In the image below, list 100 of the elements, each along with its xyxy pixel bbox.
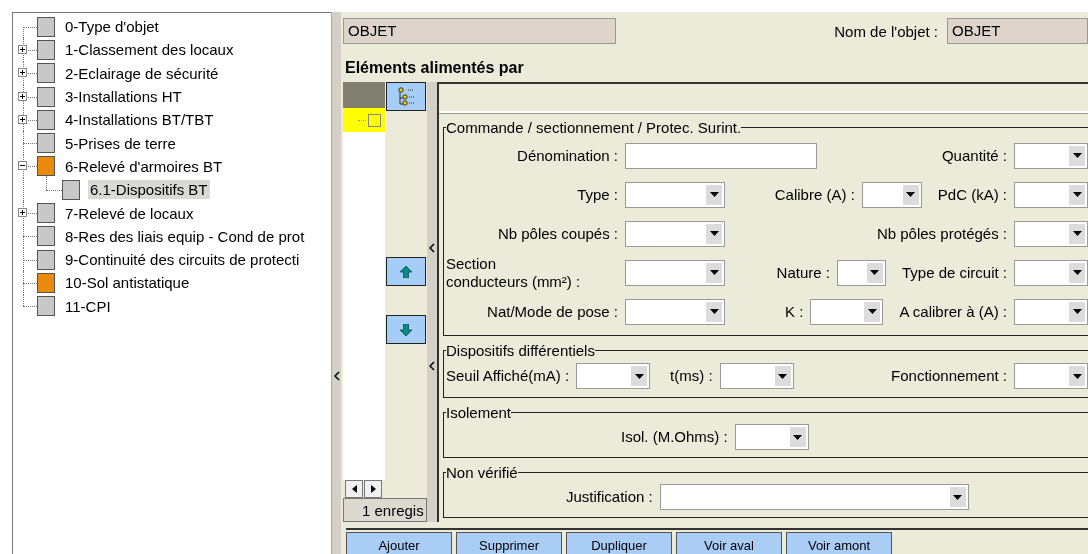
section-title: Eléments alimentés par [345, 58, 525, 78]
dropdown-arrow-icon [709, 270, 719, 275]
tree-item[interactable]: 8-Res des liais equip - Cond de prot [63, 226, 307, 246]
text-input[interactable] [625, 142, 817, 169]
triangle-right-icon [370, 485, 376, 493]
dropdown[interactable] [625, 181, 725, 208]
dropdown[interactable] [659, 484, 969, 510]
field-label: Nature : [776, 263, 830, 282]
dropdown[interactable] [734, 424, 809, 450]
dropdown-arrow-icon [867, 309, 877, 314]
dropdown[interactable] [1014, 298, 1088, 325]
action-button[interactable]: Voir aval [676, 532, 782, 554]
dropdown-arrow-icon [634, 373, 644, 379]
dropdown-arrow-icon [1072, 373, 1082, 379]
field-label: Section conducteurs (mm²) : [446, 254, 582, 291]
dropdown[interactable] [625, 220, 725, 247]
tree-item[interactable]: 5-Prises de terre [63, 133, 178, 153]
tree-view-button[interactable] [386, 82, 426, 111]
triangle-left-icon [351, 485, 357, 493]
tree-view-icon [396, 86, 416, 107]
dropdown[interactable] [576, 363, 651, 389]
scroll-right-button[interactable] [364, 480, 382, 498]
dropdown-arrow-icon [793, 434, 803, 440]
field-label: PdC (kA) : [937, 185, 1007, 204]
action-button[interactable]: Supprimer [456, 532, 562, 554]
tree-item[interactable]: 6-Relevé d'armoires BT [63, 156, 225, 176]
tree-item[interactable]: 10-Sol antistatique [63, 273, 192, 293]
dropdown[interactable] [1014, 220, 1088, 247]
move-up-button[interactable] [386, 257, 426, 286]
expand-icon[interactable] [18, 208, 27, 217]
field-label: Type : [576, 185, 618, 204]
chevron-left-icon[interactable] [429, 243, 435, 253]
dropdown[interactable] [861, 181, 922, 208]
expand-icon[interactable] [18, 44, 27, 54]
field-label: K : [785, 302, 804, 321]
dropdown[interactable] [1014, 142, 1088, 169]
field-label: Fonctionnement : [891, 367, 1007, 385]
move-down-button[interactable] [386, 315, 426, 344]
field-label: Isol. (M.Ohms) : [621, 428, 728, 446]
dropdown-arrow-icon [709, 192, 719, 197]
field-label: t(ms) : [670, 367, 713, 385]
dropdown[interactable] [1014, 259, 1088, 286]
dropdown-arrow-icon [906, 192, 916, 197]
scroll-left-button[interactable] [345, 480, 363, 498]
chevron-left-icon[interactable] [333, 371, 340, 381]
chevron-left-icon[interactable] [429, 361, 435, 371]
group-title: Dispositifs différentiels [446, 342, 595, 359]
field-label: Nb pôles protégés : [876, 224, 1007, 243]
dropdown-arrow-icon [870, 270, 880, 275]
field-label: Calibre (A) : [774, 185, 855, 204]
action-button[interactable]: Dupliquer [566, 532, 672, 554]
dropdown[interactable] [1014, 363, 1088, 389]
dropdown[interactable] [625, 298, 725, 325]
field-label: Nat/Mode de pose : [486, 302, 618, 321]
dropdown-arrow-icon [709, 309, 719, 314]
object-name-field[interactable]: OBJET [947, 18, 1088, 44]
tree-item[interactable]: 7-Relevé de locaux [63, 203, 196, 223]
object-field[interactable]: OBJET [343, 18, 616, 44]
tree-item[interactable]: 1-Classement des locaux [63, 40, 236, 60]
tree-item[interactable]: 3-Installations HT [63, 87, 184, 107]
tree-item[interactable]: 0-Type d'objet [63, 17, 161, 37]
dropdown-arrow-icon [1072, 309, 1082, 314]
expand-icon[interactable] [18, 114, 27, 124]
dropdown-arrow-icon [1072, 231, 1082, 236]
group-title: Isolement [446, 404, 512, 421]
dropdown-arrow-icon [709, 231, 719, 236]
dropdown-arrow-icon [953, 494, 963, 500]
field-label: Nom de l'objet : [834, 22, 938, 40]
collapse-icon[interactable] [18, 161, 27, 171]
dropdown[interactable] [719, 363, 794, 389]
arrow-up-icon [400, 265, 412, 278]
dropdown-arrow-icon [1072, 153, 1082, 158]
list-header [343, 82, 385, 108]
dropdown-arrow-icon [1072, 270, 1082, 275]
expand-icon[interactable] [18, 68, 27, 78]
group-title: Non vérifié [446, 464, 518, 481]
dropdown-arrow-icon [778, 373, 788, 379]
tree-item[interactable]: 4-Installations BT/TBT [63, 110, 216, 130]
action-button[interactable]: Voir amont [786, 532, 892, 554]
group-title: Commande / sectionnement / Protec. Surint. [446, 119, 742, 136]
dropdown[interactable] [1014, 181, 1088, 208]
tree-item[interactable]: 11-CPI [63, 296, 113, 316]
field-label: Justification : [566, 488, 653, 506]
field-label: A calibrer à (A) : [899, 302, 1007, 321]
dropdown[interactable] [836, 259, 886, 286]
dropdown[interactable] [625, 259, 725, 286]
tree-item[interactable]: 2-Eclairage de sécurité [63, 63, 221, 83]
dropdown-arrow-icon [1072, 192, 1082, 197]
field-label: Nb pôles coupés : [496, 224, 618, 243]
field-label: Seuil Affiché(mA) : [446, 367, 570, 385]
field-label: Dénomination : [516, 146, 618, 165]
field-label: Type de circuit : [901, 263, 1007, 282]
field-label: Quantité : [941, 146, 1007, 165]
tree-item[interactable]: 6.1-Dispositifs BT [88, 180, 210, 200]
expand-icon[interactable] [18, 91, 27, 101]
tree-item[interactable]: 9-Continuité des circuits de protecti [63, 250, 302, 270]
row-square-icon [368, 113, 381, 127]
arrow-down-icon [400, 323, 412, 336]
action-button[interactable]: Ajouter [346, 532, 452, 554]
dropdown[interactable] [810, 298, 884, 325]
